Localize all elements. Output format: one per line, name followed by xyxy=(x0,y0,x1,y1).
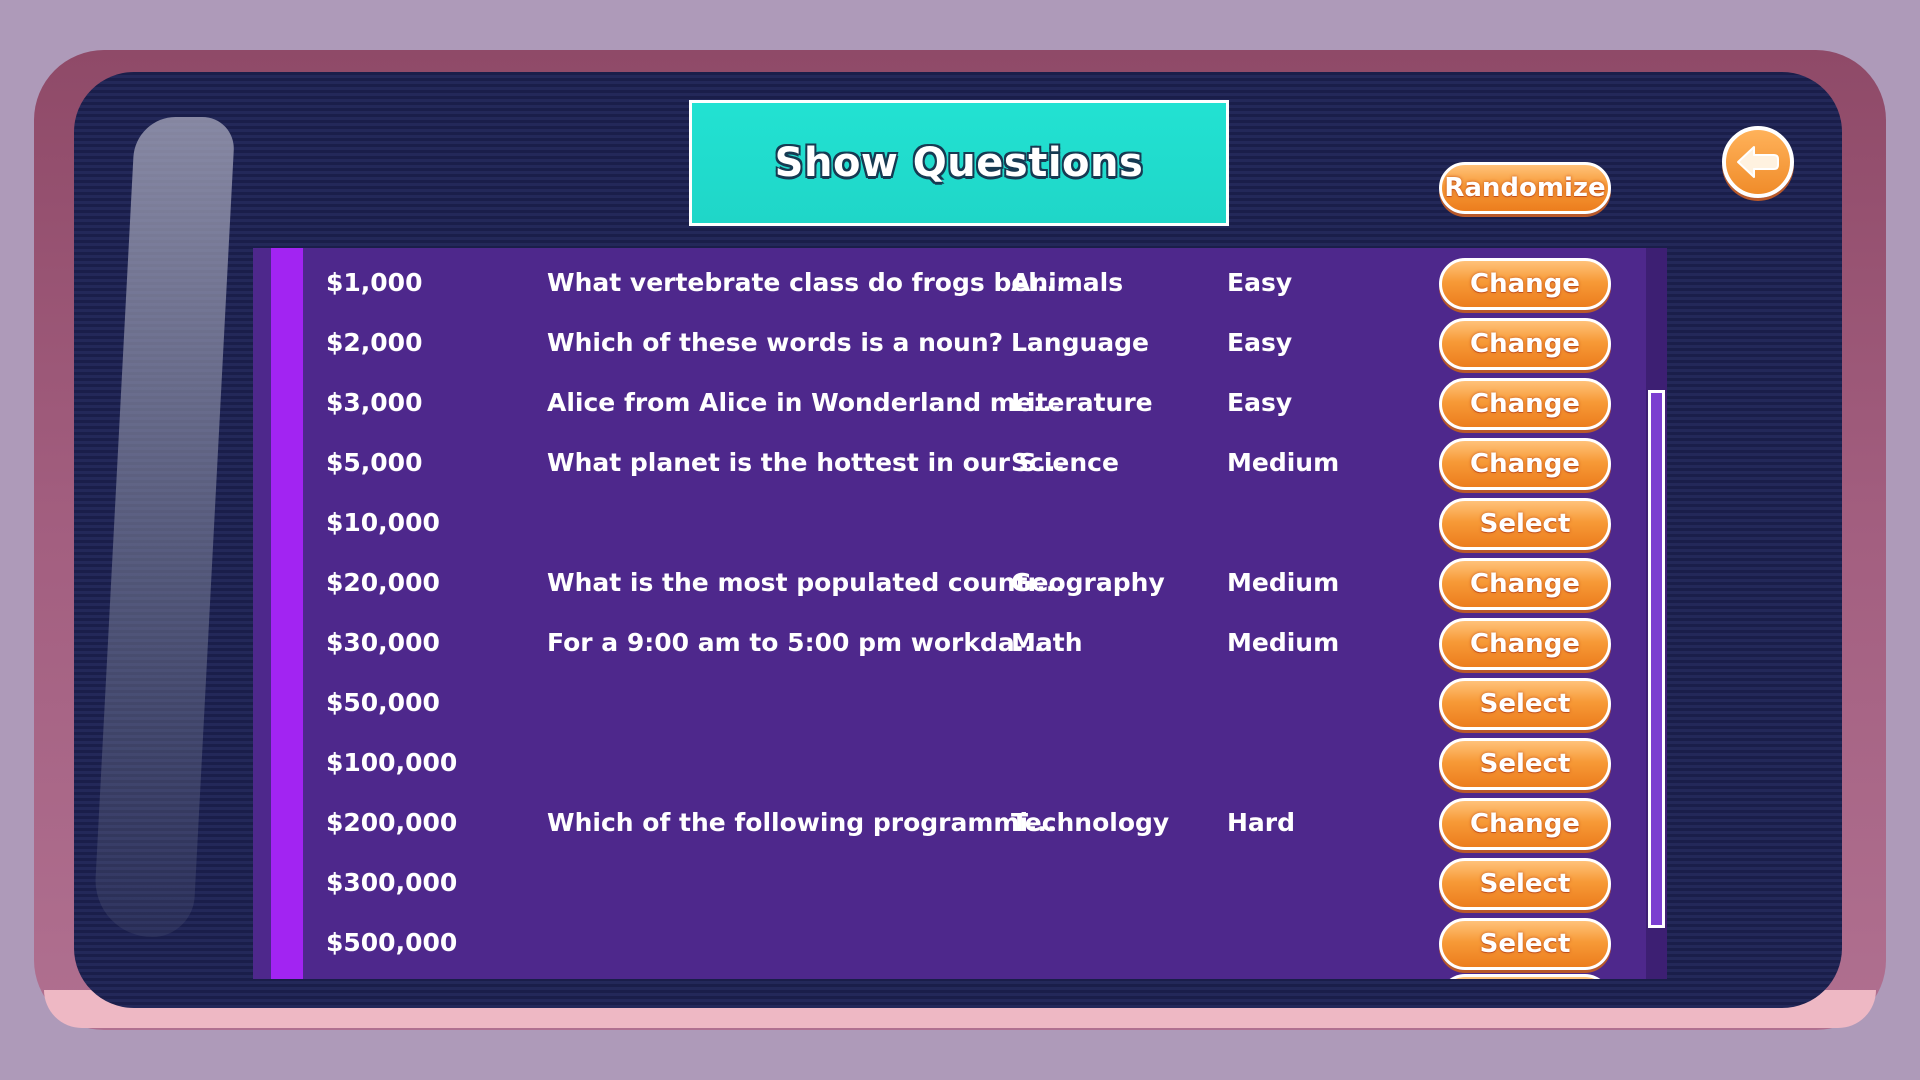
table-row: $100,000 Select xyxy=(253,733,1667,793)
question-difficulty: Medium xyxy=(1227,568,1340,597)
question-category: Science xyxy=(1011,448,1119,477)
table-row: $200,000 Which of the following programmi… xyxy=(253,793,1667,853)
prize-amount: $5,000 xyxy=(326,448,423,477)
question-difficulty: Hard xyxy=(1227,808,1296,837)
questions-panel: $1,000 What vertebrate class do frogs bel… xyxy=(253,248,1667,979)
prize-amount: $10,000 xyxy=(326,508,440,537)
question-difficulty: Medium xyxy=(1227,628,1340,657)
table-row: $30,000 For a 9:00 am to 5:00 pm workda..… xyxy=(253,613,1667,673)
table-row: $500,000 Select xyxy=(253,913,1667,973)
question-text: What planet is the hottest in our S... xyxy=(547,448,1066,477)
scrollbar-thumb[interactable] xyxy=(1648,390,1665,928)
question-text: Which of these words is a noun? xyxy=(547,328,1004,357)
question-text: What vertebrate class do frogs bel... xyxy=(547,268,1066,297)
question-text: Which of the following programmi... xyxy=(547,808,1057,837)
question-text: For a 9:00 am to 5:00 pm workda... xyxy=(547,628,1044,657)
question-difficulty: Easy xyxy=(1227,268,1293,297)
question-difficulty: Medium xyxy=(1227,448,1340,477)
table-row: $1,000 What vertebrate class do frogs bel… xyxy=(253,253,1667,313)
table-row: $300,000 Select xyxy=(253,853,1667,913)
prize-amount: $50,000 xyxy=(326,688,440,717)
prize-amount: $200,000 xyxy=(326,808,458,837)
partial-row-button[interactable] xyxy=(1439,974,1611,979)
select-button[interactable]: Select xyxy=(1439,858,1611,910)
back-button[interactable] xyxy=(1722,126,1794,198)
randomize-button[interactable]: Randomize xyxy=(1439,162,1611,214)
question-text: Alice from Alice in Wonderland me... xyxy=(547,388,1062,417)
prize-amount: $1,000 xyxy=(326,268,423,297)
prize-amount: $20,000 xyxy=(326,568,440,597)
page-title: Show Questions xyxy=(774,140,1144,186)
table-row: $10,000 Select xyxy=(253,493,1667,553)
table-row: $3,000 Alice from Alice in Wonderland me.… xyxy=(253,373,1667,433)
change-button[interactable]: Change xyxy=(1439,378,1611,430)
table-row: $20,000 What is the most populated countr… xyxy=(253,553,1667,613)
change-button[interactable]: Change xyxy=(1439,798,1611,850)
prize-amount: $100,000 xyxy=(326,748,458,777)
table-row: $2,000 Which of these words is a noun? Lan… xyxy=(253,313,1667,373)
select-button[interactable]: Select xyxy=(1439,918,1611,970)
title-banner: Show Questions xyxy=(689,100,1229,226)
question-category: Literature xyxy=(1011,388,1153,417)
change-button[interactable]: Change xyxy=(1439,318,1611,370)
prize-amount: $500,000 xyxy=(326,928,458,957)
table-row: $50,000 Select xyxy=(253,673,1667,733)
prize-amount: $2,000 xyxy=(326,328,423,357)
prize-amount: $3,000 xyxy=(326,388,423,417)
question-difficulty: Easy xyxy=(1227,388,1293,417)
prize-amount: $30,000 xyxy=(326,628,440,657)
question-category: Math xyxy=(1011,628,1083,657)
prize-amount: $300,000 xyxy=(326,868,458,897)
question-text: What is the most populated countr... xyxy=(547,568,1065,597)
question-difficulty: Easy xyxy=(1227,328,1293,357)
change-button[interactable]: Change xyxy=(1439,558,1611,610)
change-button[interactable]: Change xyxy=(1439,618,1611,670)
change-button[interactable]: Change xyxy=(1439,258,1611,310)
arrow-left-icon xyxy=(1737,146,1779,178)
select-button[interactable]: Select xyxy=(1439,498,1611,550)
select-button[interactable]: Select xyxy=(1439,738,1611,790)
table-row: $5,000 What planet is the hottest in our … xyxy=(253,433,1667,493)
question-category: Technology xyxy=(1011,808,1170,837)
question-category: Animals xyxy=(1011,268,1124,297)
question-category: Geography xyxy=(1011,568,1165,597)
screen-glare xyxy=(92,117,236,937)
change-button[interactable]: Change xyxy=(1439,438,1611,490)
select-button[interactable]: Select xyxy=(1439,678,1611,730)
question-category: Language xyxy=(1011,328,1150,357)
